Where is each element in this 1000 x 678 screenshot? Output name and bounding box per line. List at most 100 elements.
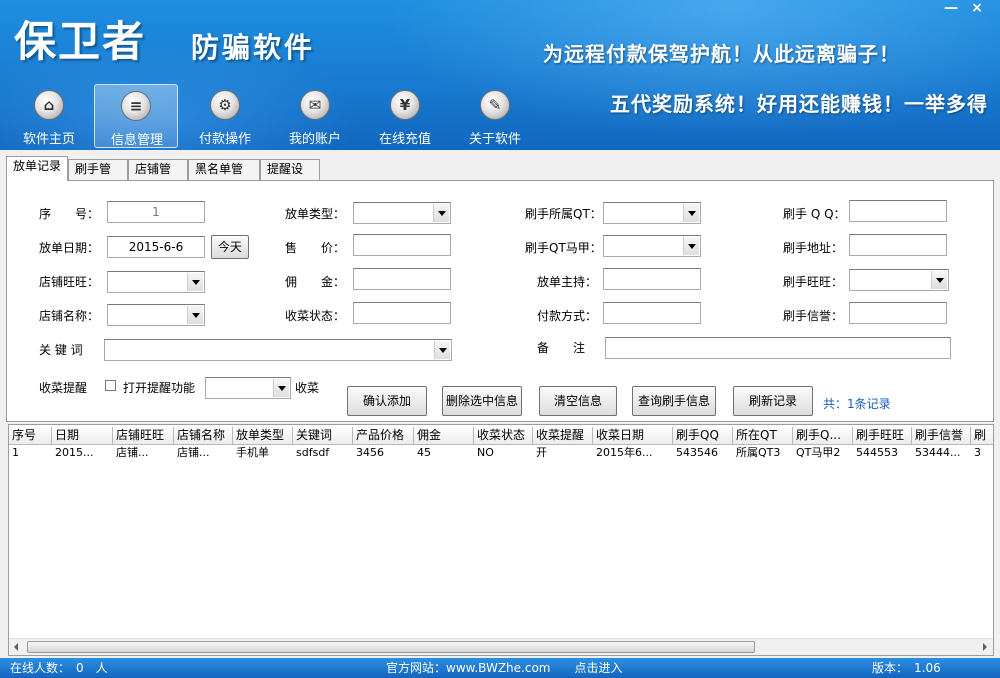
chevron-down-icon[interactable]	[187, 306, 203, 324]
tab-shop-management[interactable]: 店铺管理	[128, 159, 188, 195]
address-field[interactable]	[849, 234, 947, 256]
tab-reminder-settings[interactable]: 提醒设置	[260, 159, 320, 195]
column-header[interactable]: 刷手QQ	[673, 427, 733, 445]
table-cell: 544553	[856, 446, 898, 459]
table-cell: 1	[12, 446, 19, 459]
app-header: 保卫者 防骗软件 为远程付款保驾护航！从此远离骗子！ 五代奖励系统！好用还能赚钱…	[0, 0, 1000, 150]
column-header[interactable]: 刷	[971, 427, 993, 445]
scroll-left-icon[interactable]	[9, 639, 26, 655]
tab-strip: 放单记录 刷手管理 店铺管理 黑名单管理 提醒设置	[6, 156, 994, 195]
qt-vest-select[interactable]	[603, 235, 701, 257]
version-label: 版本： 1.06	[872, 661, 941, 675]
nav-my-account[interactable]: ✉ 我的账户	[274, 84, 356, 148]
document-icon: ≡	[121, 91, 151, 121]
date-label: 放单日期：	[39, 241, 100, 255]
nav-label: 付款操作	[198, 132, 251, 147]
price-field[interactable]	[353, 234, 451, 256]
shop-name-select[interactable]	[107, 304, 205, 326]
delete-selected-button[interactable]: 删除选中信息	[442, 386, 522, 416]
records-table[interactable]: 序号 日期 店铺旺旺 店铺名称 放单类型 关键词 产品价格 佣金 收菜状态 收菜…	[8, 424, 994, 656]
nav-home[interactable]: ⌂ 软件主页	[8, 84, 90, 148]
website-link[interactable]: 官方网站：www.BWZhe.com 点击进入	[386, 658, 622, 678]
commission-label: 佣 金：	[285, 275, 346, 289]
nav-info-management[interactable]: ≡ 信息管理	[94, 84, 178, 148]
column-header[interactable]: 刷手信誉	[912, 427, 971, 445]
qt-select[interactable]	[603, 202, 701, 224]
status-bar: 在线人数： 0 人 官方网站：www.BWZhe.com 点击进入 版本： 1.…	[0, 658, 1000, 678]
keyword-select[interactable]	[104, 339, 452, 361]
order-form-panel: 序 号： 1 放单日期： 2015-6-6 今天 店铺旺旺： 店铺名称： 关 键…	[6, 180, 994, 422]
record-count: 共：1条记录	[823, 397, 891, 411]
column-header[interactable]: 放单类型	[233, 427, 293, 445]
keyword-label: 关 键 词	[39, 343, 83, 357]
payment-method-label: 付款方式：	[537, 309, 598, 323]
table-row[interactable]: 1 2015... 店铺... 店铺... 手机单 sdfsdf 3456 45…	[9, 445, 993, 461]
horizontal-scrollbar[interactable]	[9, 638, 993, 655]
query-clicker-button[interactable]: 查询刷手信息	[632, 386, 716, 416]
app-subtitle: 防骗软件	[191, 31, 316, 64]
slogan-line-2: 五代奖励系统！好用还能赚钱！一举多得	[610, 92, 988, 116]
table-cell: 所属QT3	[736, 446, 781, 459]
reminder-checkbox-label: 打开提醒功能	[123, 381, 196, 395]
column-header[interactable]: 刷手旺旺	[853, 427, 912, 445]
column-header[interactable]: 关键词	[293, 427, 353, 445]
chevron-down-icon[interactable]	[434, 341, 450, 359]
chevron-down-icon[interactable]	[433, 204, 449, 222]
tab-clicker-management[interactable]: 刷手管理	[68, 159, 128, 195]
column-header[interactable]: 产品价格	[353, 427, 414, 445]
column-header[interactable]: 所在QT	[733, 427, 793, 445]
chevron-down-icon[interactable]	[683, 237, 699, 255]
chevron-down-icon[interactable]	[273, 379, 289, 397]
scroll-right-icon[interactable]	[976, 639, 993, 655]
today-button[interactable]: 今天	[211, 235, 249, 259]
confirm-add-button[interactable]: 确认添加	[347, 386, 427, 416]
chevron-down-icon[interactable]	[683, 204, 699, 222]
slogan-line-1: 为远程付款保驾护航！从此远离骗子！	[543, 42, 900, 66]
table-cell: 3456	[356, 446, 384, 459]
yen-icon: ¥	[390, 90, 420, 120]
column-header[interactable]: 序号	[9, 427, 52, 445]
nav-payment[interactable]: ⚙ 付款操作	[184, 84, 266, 148]
receive-status-field[interactable]	[353, 302, 451, 324]
qq-field[interactable]	[849, 200, 947, 222]
chevron-down-icon[interactable]	[931, 271, 947, 289]
remark-label: 备 注	[537, 341, 586, 355]
reminder-checkbox[interactable]	[105, 380, 116, 391]
close-button[interactable]: ×	[966, 0, 988, 18]
tab-order-records[interactable]: 放单记录	[6, 156, 68, 181]
nav-about[interactable]: ✎ 关于软件	[454, 84, 536, 148]
receive-status-label: 收菜状态：	[285, 309, 346, 323]
qt-vest-label: 刷手QT马甲：	[525, 241, 602, 255]
minimize-button[interactable]: —	[940, 0, 962, 18]
shop-ww-select[interactable]	[107, 271, 205, 293]
chevron-down-icon[interactable]	[187, 273, 203, 291]
reminder-select[interactable]	[205, 377, 291, 399]
remark-field[interactable]	[605, 337, 951, 359]
ww-select[interactable]	[849, 269, 949, 291]
credit-field[interactable]	[849, 302, 947, 324]
column-header[interactable]: 店铺旺旺	[113, 427, 174, 445]
serial-label: 序 号：	[39, 207, 100, 221]
column-header[interactable]: 收菜提醒	[533, 427, 593, 445]
payment-method-field[interactable]	[603, 302, 701, 324]
order-type-select[interactable]	[353, 202, 451, 224]
nav-label: 我的账户	[288, 132, 341, 147]
column-header[interactable]: 收菜日期	[593, 427, 673, 445]
refresh-records-button[interactable]: 刷新记录	[733, 386, 813, 416]
host-field[interactable]	[603, 268, 701, 290]
table-cell: QT马甲2	[796, 446, 841, 459]
date-field[interactable]: 2015-6-6	[107, 236, 205, 258]
serial-field[interactable]: 1	[107, 201, 205, 223]
table-cell: 2015年6...	[596, 446, 653, 459]
column-header[interactable]: 收菜状态	[474, 427, 533, 445]
scrollbar-thumb[interactable]	[27, 641, 755, 653]
tab-blacklist[interactable]: 黑名单管理	[188, 159, 260, 195]
home-icon: ⌂	[34, 90, 64, 120]
commission-field[interactable]	[353, 268, 451, 290]
column-header[interactable]: 日期	[52, 427, 113, 445]
nav-recharge[interactable]: ¥ 在线充值	[364, 84, 446, 148]
column-header[interactable]: 店铺名称	[174, 427, 233, 445]
clear-info-button[interactable]: 清空信息	[539, 386, 617, 416]
column-header[interactable]: 佣金	[414, 427, 474, 445]
column-header[interactable]: 刷手Q...	[793, 427, 853, 445]
